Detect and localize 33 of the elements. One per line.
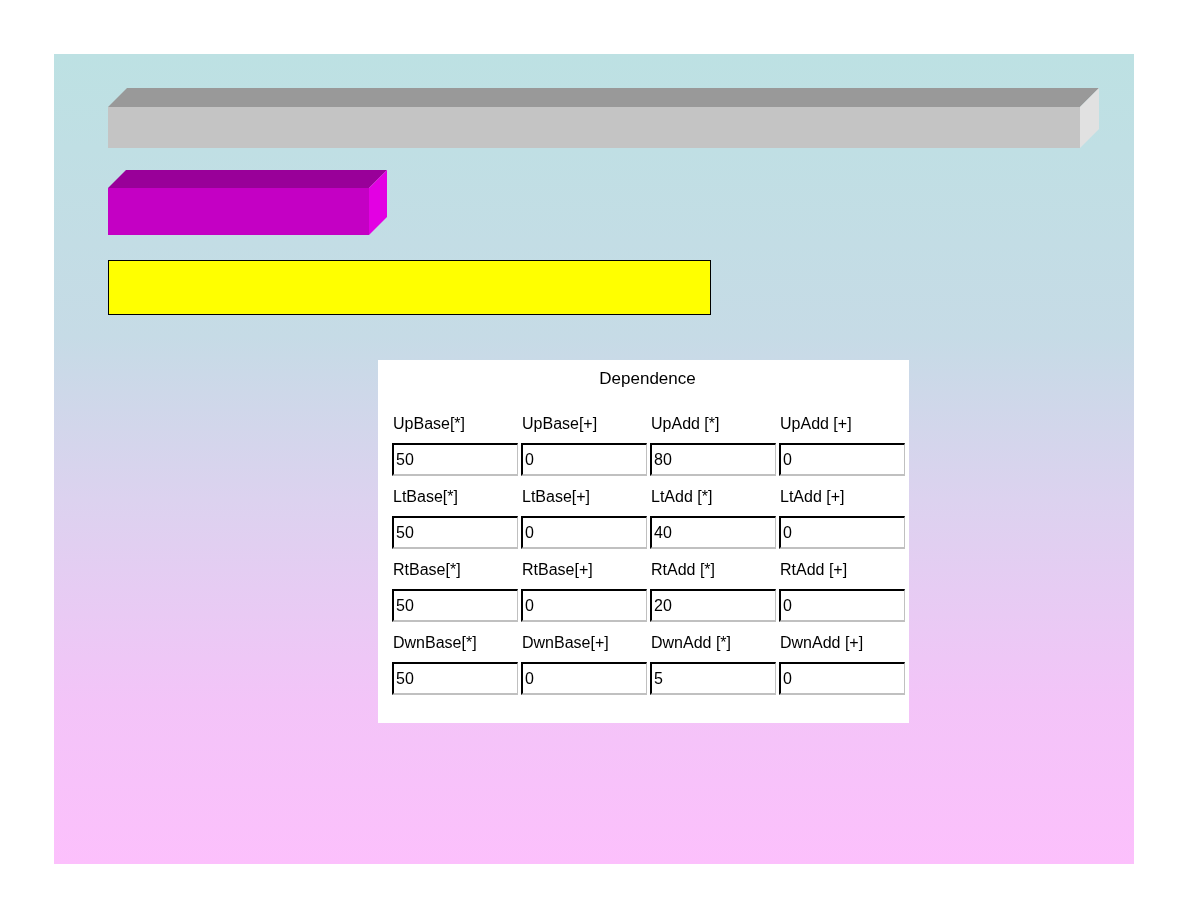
field-label: DwnBase[*] (393, 633, 477, 653)
field-label: UpBase[+] (522, 414, 598, 434)
panel-title: Dependence (599, 369, 696, 389)
input-field[interactable]: 50 (392, 516, 518, 549)
field-label: DwnAdd [*] (651, 633, 732, 653)
field-label: UpAdd [*] (651, 414, 720, 434)
field-label: RtAdd [+] (780, 560, 848, 580)
input-field[interactable]: 0 (779, 589, 905, 622)
field-label: LtBase[+] (522, 487, 591, 507)
input-field[interactable]: 40 (650, 516, 776, 549)
field-label: RtBase[+] (522, 560, 593, 580)
field-label: DwnAdd [+] (780, 633, 864, 653)
field-label: LtBase[*] (393, 487, 458, 507)
field-label: RtBase[*] (393, 560, 461, 580)
input-field[interactable]: 50 (392, 662, 518, 695)
field-label: UpBase[*] (393, 414, 466, 434)
input-field[interactable]: 80 (650, 443, 776, 476)
field-label: LtAdd [+] (780, 487, 845, 507)
input-field[interactable]: 0 (521, 443, 647, 476)
input-field[interactable]: 50 (392, 443, 518, 476)
field-label: RtAdd [*] (651, 560, 716, 580)
input-field[interactable]: 0 (779, 443, 905, 476)
input-field[interactable]: 50 (392, 589, 518, 622)
field-label: LtAdd [*] (651, 487, 713, 507)
input-field[interactable]: 20 (650, 589, 776, 622)
input-field[interactable]: 5 (650, 662, 776, 695)
input-field[interactable]: 0 (521, 662, 647, 695)
field-label: DwnBase[+] (522, 633, 609, 653)
input-field[interactable]: 0 (521, 589, 647, 622)
input-field[interactable]: 0 (521, 516, 647, 549)
input-field[interactable]: 0 (779, 662, 905, 695)
field-label: UpAdd [+] (780, 414, 852, 434)
input-field[interactable]: 0 (779, 516, 905, 549)
